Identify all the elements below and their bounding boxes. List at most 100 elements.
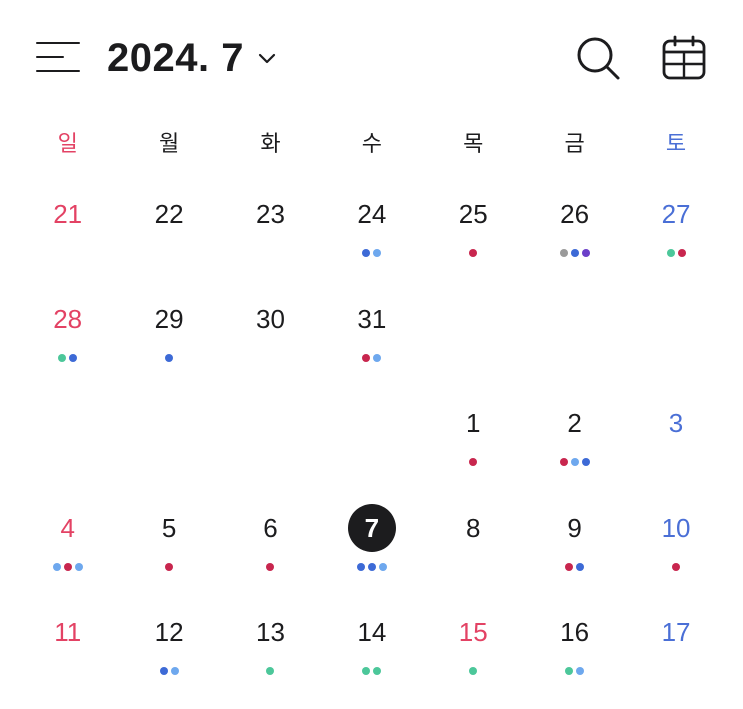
weekday-label-mon: 월 — [158, 131, 180, 156]
event-dots — [321, 562, 422, 571]
empty-day-cell — [524, 291, 625, 396]
day-number: 30 — [256, 303, 285, 334]
day-cell[interactable]: 23 — [220, 186, 321, 291]
day-cell[interactable]: 15 — [423, 604, 524, 709]
day-cell[interactable]: 24 — [321, 186, 422, 291]
day-number: 25 — [458, 199, 488, 229]
event-dot — [373, 249, 382, 257]
event-dots — [423, 249, 524, 257]
day-cell[interactable]: 2 — [524, 395, 625, 500]
weekday-label-tue: 화 — [260, 131, 281, 156]
event-dots — [321, 249, 422, 257]
day-number: 16 — [560, 617, 590, 648]
day-number: 24 — [357, 199, 387, 229]
event-dots — [524, 458, 625, 467]
empty-day-cell — [625, 291, 726, 396]
day-cell[interactable]: 14 — [321, 604, 422, 709]
weekday-label-sat: 토 — [665, 131, 687, 156]
event-dots — [625, 249, 726, 257]
event-dots — [524, 667, 625, 676]
month-grid: 21 22 23 24 25 26 27 28 29 30 31 1 2 3 4 5 6 7 8 9 10 11 12 13 1… — [17, 186, 727, 709]
day-cell[interactable]: 25 — [423, 186, 524, 291]
day-number: 15 — [458, 617, 488, 648]
day-number: 10 — [661, 512, 691, 543]
event-dot — [266, 667, 275, 676]
day-cell[interactable]: 17 — [625, 604, 726, 709]
event-dots — [220, 667, 321, 676]
day-cell[interactable]: 22 — [118, 186, 219, 291]
event-dot — [362, 249, 371, 257]
day-number: 27 — [661, 199, 691, 229]
event-dot — [581, 249, 590, 257]
day-cell[interactable]: 4 — [17, 500, 118, 605]
weekday-label-thu: 목 — [463, 131, 484, 156]
event-dot — [356, 562, 365, 571]
search-icon[interactable] — [574, 34, 622, 82]
event-dots — [118, 667, 219, 676]
event-dot — [559, 458, 568, 467]
event-dots — [321, 667, 422, 676]
empty-day-cell — [220, 395, 321, 500]
day-number: 14 — [357, 617, 387, 648]
day-cell[interactable]: 6 — [220, 500, 321, 605]
month-title: 2024. 7 — [107, 35, 244, 80]
weekday-label-fri: 금 — [564, 131, 585, 156]
event-dot — [52, 562, 61, 571]
event-dot — [367, 562, 376, 571]
event-dots — [17, 353, 118, 362]
week-row: 28 29 30 31 — [17, 291, 727, 396]
event-dots — [118, 353, 219, 362]
event-dot — [170, 667, 179, 676]
day-cell[interactable]: 28 — [17, 291, 118, 396]
day-cell[interactable]: 13 — [220, 604, 321, 709]
day-cell[interactable]: 30 — [220, 291, 321, 396]
day-cell[interactable]: 29 — [118, 291, 219, 396]
day-cell[interactable]: 9 — [524, 500, 625, 605]
month-selector[interactable]: 2024. 7 — [107, 30, 276, 86]
day-cell[interactable]: 1 — [423, 395, 524, 500]
week-row: 1 2 3 — [17, 395, 727, 500]
day-number: 9 — [567, 512, 582, 543]
day-number: 2 — [567, 408, 582, 439]
day-cell[interactable]: 31 — [321, 291, 422, 396]
day-cell[interactable]: 3 — [625, 395, 726, 500]
day-cell[interactable]: 8 — [423, 500, 524, 605]
event-dot — [362, 667, 371, 676]
event-dots — [423, 667, 524, 676]
event-dot — [58, 353, 67, 362]
day-number: 17 — [661, 617, 691, 648]
calendar-view-icon[interactable] — [660, 34, 708, 82]
day-cell[interactable]: 26 — [524, 186, 625, 291]
day-cell[interactable]: 16 — [524, 604, 625, 709]
day-cell[interactable]: 5 — [118, 500, 219, 605]
weekday-header: 일 월 화 수 목 금 토 — [17, 126, 727, 166]
event-dot — [373, 353, 382, 362]
event-dot — [159, 667, 168, 676]
day-number: 7 — [347, 503, 396, 552]
day-cell[interactable]: 12 — [118, 604, 219, 709]
event-dots — [423, 458, 524, 467]
event-dot — [469, 249, 478, 257]
day-cell[interactable]: 10 — [625, 500, 726, 605]
day-cell-today[interactable]: 7 — [321, 500, 422, 605]
event-dots — [220, 562, 321, 571]
day-number: 23 — [256, 199, 285, 229]
day-number: 26 — [560, 199, 590, 229]
menu-icon[interactable] — [36, 40, 82, 76]
day-number: 29 — [154, 303, 184, 334]
empty-day-cell — [423, 291, 524, 396]
day-cell[interactable]: 21 — [17, 186, 118, 291]
event-dots — [524, 562, 625, 571]
day-number: 21 — [53, 199, 83, 229]
event-dots — [625, 562, 726, 571]
day-cell[interactable]: 27 — [625, 186, 726, 291]
day-cell[interactable]: 11 — [17, 604, 118, 709]
event-dot — [165, 353, 174, 362]
day-number: 6 — [263, 512, 278, 543]
event-dot — [373, 667, 382, 676]
event-dot — [469, 458, 478, 467]
empty-day-cell — [17, 395, 118, 500]
event-dot — [576, 667, 585, 676]
event-dot — [672, 562, 681, 571]
weekday-label-sun: 일 — [57, 131, 78, 156]
